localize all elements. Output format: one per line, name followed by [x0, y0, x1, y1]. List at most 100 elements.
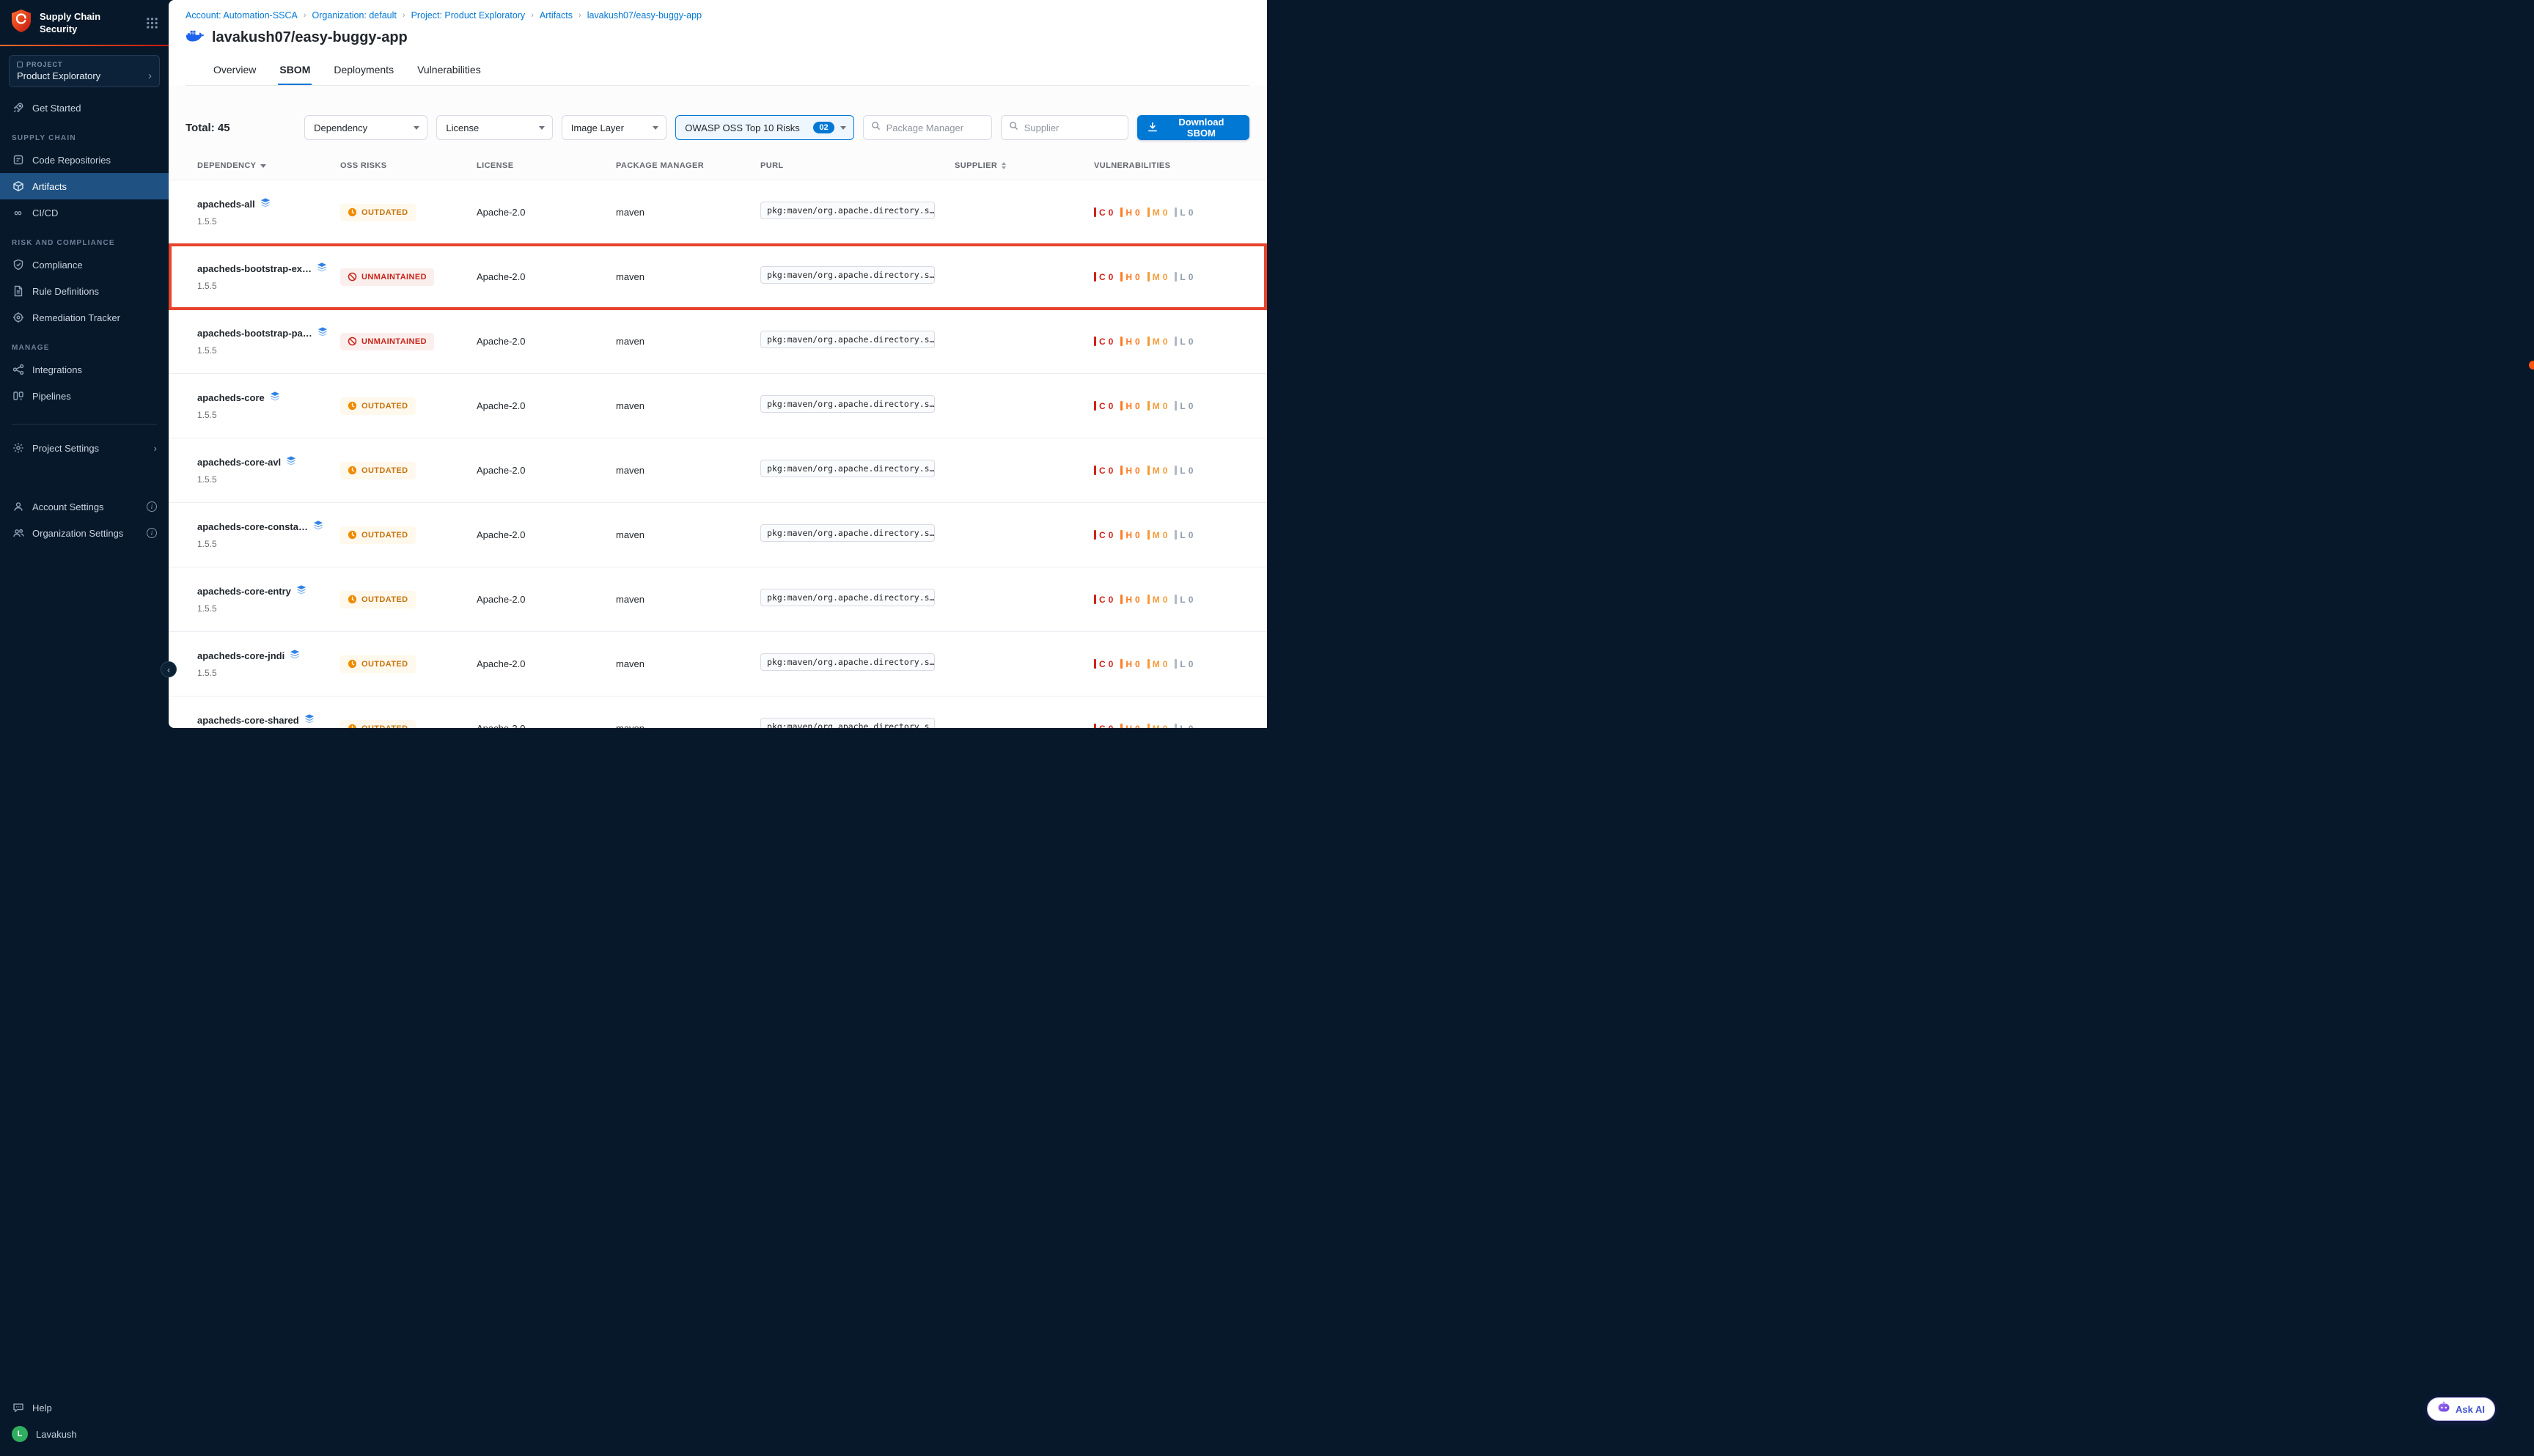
vulnerabilities-cell: C0H0M0L0: [1094, 724, 1249, 729]
ask-ai-button[interactable]: Ask AI: [2427, 1397, 2495, 1421]
package-manager-cell: maven: [616, 465, 760, 476]
table-row[interactable]: apacheds-core-avl 1.5.5 OUTDATED Apache-…: [169, 438, 1267, 502]
chevron-down-icon: [539, 126, 545, 130]
tab-deployments[interactable]: Deployments: [332, 57, 395, 85]
package-manager-cell: maven: [616, 529, 760, 540]
table-row[interactable]: apacheds-core-shared 1.5.5 OUTDATED Apac…: [169, 696, 1267, 728]
project-selector[interactable]: PROJECT Product Exploratory ›: [9, 55, 160, 87]
tab-overview[interactable]: Overview: [212, 57, 257, 85]
chevron-separator: ›: [531, 11, 534, 20]
owasp-risks-filter-dropdown[interactable]: OWASP OSS Top 10 Risks 02: [675, 115, 853, 140]
sidebar-item-account-settings[interactable]: Account Settings i: [0, 493, 169, 520]
table-row[interactable]: apacheds-bootstrap-ex… 1.5.5 UNMAINTAINE…: [169, 244, 1267, 309]
layers-icon: [313, 521, 323, 532]
column-dependency[interactable]: DEPENDENCY: [197, 161, 340, 170]
remediation-tracker-icon: [12, 312, 24, 323]
table-row[interactable]: apacheds-bootstrap-pa… 1.5.5 UNMAINTAINE…: [169, 309, 1267, 373]
vuln-count-h: H0: [1120, 337, 1139, 347]
dependency-name: apacheds-core-shared: [197, 715, 299, 726]
sidebar-collapse-handle[interactable]: ‹: [161, 661, 177, 677]
package-manager-input[interactable]: [886, 122, 984, 133]
sidebar-item-label: Artifacts: [32, 181, 67, 192]
license-cell: Apache-2.0: [477, 658, 616, 669]
vulnerabilities-cell: C0H0M0L0: [1094, 530, 1249, 540]
sidebar-item-rule-definitions[interactable]: Rule Definitions: [0, 278, 169, 304]
table-row[interactable]: apacheds-core-consta… 1.5.5 OUTDATED Apa…: [169, 502, 1267, 567]
sidebar-item-organization-settings[interactable]: Organization Settings i: [0, 520, 169, 546]
docker-whale-icon: [186, 28, 205, 47]
project-label: PROJECT: [26, 61, 63, 68]
table-row[interactable]: apacheds-core 1.5.5 OUTDATED Apache-2.0 …: [169, 373, 1267, 438]
vuln-count-h: H0: [1120, 272, 1139, 282]
table-row[interactable]: apacheds-core-jndi 1.5.5 OUTDATED Apache…: [169, 631, 1267, 696]
purl-cell: pkg:maven/org.apache.directory.s…: [760, 718, 955, 728]
breadcrumb-account[interactable]: Account: Automation-SSCA: [186, 10, 298, 21]
sidebar-item-label: Code Repositories: [32, 155, 111, 166]
oss-risk-badge: OUTDATED: [340, 655, 416, 673]
sidebar-item-cicd[interactable]: ∞ CI/CD: [0, 199, 169, 226]
account-settings-icon: [12, 501, 24, 512]
sidebar-item-artifacts[interactable]: Artifacts: [0, 173, 169, 199]
supply-chain-security-logo-icon: [10, 9, 32, 37]
chevron-separator: ›: [304, 11, 306, 20]
breadcrumb-current[interactable]: lavakush07/easy-buggy-app: [587, 10, 702, 21]
sidebar-item-remediation-tracker[interactable]: Remediation Tracker: [0, 304, 169, 331]
license-filter-dropdown[interactable]: License: [436, 115, 552, 140]
breadcrumb-organization[interactable]: Organization: default: [312, 10, 397, 21]
dependency-version: 1.5.5: [197, 474, 340, 485]
package-manager-search: [863, 115, 992, 140]
compliance-icon: [12, 259, 24, 271]
sidebar-item-compliance[interactable]: Compliance: [0, 251, 169, 278]
table-row[interactable]: apacheds-all 1.5.5 OUTDATED Apache-2.0 m…: [169, 180, 1267, 244]
column-vulnerabilities: VULNERABILITIES: [1094, 161, 1249, 170]
breadcrumb-project[interactable]: Project: Product Exploratory: [411, 10, 526, 21]
table-row[interactable]: apacheds-core-entry 1.5.5 OUTDATED Apach…: [169, 567, 1267, 631]
sidebar-item-help[interactable]: Help: [0, 1394, 169, 1421]
sidebar-item-code-repositories[interactable]: Code Repositories: [0, 147, 169, 173]
supplier-input[interactable]: [1024, 122, 1120, 133]
oss-risk-cell: UNMAINTAINED: [340, 333, 477, 350]
sidebar-item-integrations[interactable]: Integrations: [0, 356, 169, 383]
purl-value: pkg:maven/org.apache.directory.s…: [760, 395, 935, 413]
purl-cell: pkg:maven/org.apache.directory.s…: [760, 395, 955, 416]
ask-ai-label: Ask AI: [2456, 1404, 2485, 1415]
dependency-filter-dropdown[interactable]: Dependency: [304, 115, 427, 140]
module-switcher-icon[interactable]: [146, 17, 158, 29]
breadcrumb: Account: Automation-SSCA › Organization: …: [186, 10, 1249, 21]
sort-arrows-icon: [1002, 162, 1006, 169]
gear-icon: [12, 442, 24, 454]
table-body: apacheds-all 1.5.5 OUTDATED Apache-2.0 m…: [169, 180, 1267, 728]
organization-settings-icon: [12, 527, 24, 539]
vuln-count-m: M0: [1147, 466, 1168, 476]
layers-icon: [317, 262, 327, 274]
tab-vulnerabilities[interactable]: Vulnerabilities: [416, 57, 482, 85]
user-menu[interactable]: L Lavakush: [0, 1421, 169, 1447]
project-name: Product Exploratory: [17, 70, 100, 81]
vuln-count-c: C0: [1094, 207, 1113, 218]
sidebar-item-project-settings[interactable]: Project Settings ›: [0, 435, 169, 461]
license-cell: Apache-2.0: [477, 207, 616, 218]
vulnerabilities-cell: C0H0M0L0: [1094, 659, 1249, 669]
info-icon[interactable]: i: [147, 528, 157, 538]
tab-bar: Overview SBOM Deployments Vulnerabilitie…: [186, 57, 1249, 86]
download-sbom-button[interactable]: Download SBOM: [1137, 115, 1249, 140]
vuln-count-c: C0: [1094, 337, 1113, 347]
page-header: Account: Automation-SSCA › Organization: …: [169, 0, 1267, 86]
dependency-name: apacheds-core: [197, 392, 265, 403]
sort-caret-icon: [260, 164, 266, 168]
column-supplier[interactable]: SUPPLIER: [955, 161, 1094, 170]
tab-sbom[interactable]: SBOM: [278, 57, 312, 85]
sidebar-item-pipelines[interactable]: Pipelines: [0, 383, 169, 409]
purl-cell: pkg:maven/org.apache.directory.s…: [760, 266, 955, 287]
page-title: lavakush07/easy-buggy-app: [212, 29, 408, 46]
oss-risk-cell: OUTDATED: [340, 526, 477, 544]
vulnerabilities-cell: C0H0M0L0: [1094, 595, 1249, 605]
info-icon[interactable]: i: [147, 501, 157, 512]
purl-value: pkg:maven/org.apache.directory.s…: [760, 331, 935, 348]
breadcrumb-artifacts[interactable]: Artifacts: [540, 10, 573, 21]
section-risk-compliance: RISK AND COMPLIANCE: [12, 239, 157, 247]
image-layer-filter-dropdown[interactable]: Image Layer: [562, 115, 667, 140]
sidebar-item-get-started[interactable]: Get Started: [0, 95, 169, 121]
filter-toolbar: Total: 45 Dependency License Image Layer…: [169, 86, 1267, 152]
chevron-down-icon: [414, 126, 419, 130]
